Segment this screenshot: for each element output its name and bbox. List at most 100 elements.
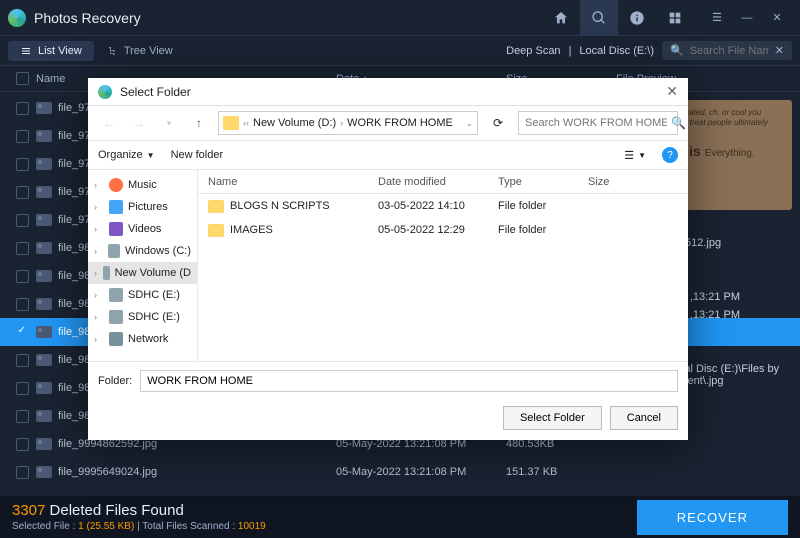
select-folder-button[interactable]: Select Folder	[503, 406, 602, 430]
home-icon[interactable]	[542, 0, 580, 36]
breadcrumb-folder[interactable]: WORK FROM HOME	[347, 117, 453, 129]
tree-item[interactable]: ›Network	[88, 328, 197, 350]
row-checkbox[interactable]	[16, 270, 29, 283]
tab-tree-view[interactable]: Tree View	[94, 41, 185, 61]
chevron-down-icon[interactable]: ⌄	[465, 118, 473, 129]
expand-icon[interactable]: ›	[94, 312, 104, 322]
expand-icon[interactable]: ›	[94, 290, 104, 300]
file-name: file_98	[58, 298, 90, 310]
fv-col-date[interactable]: Date modified	[378, 176, 498, 188]
ic-drive-icon	[103, 266, 109, 280]
image-icon	[36, 270, 52, 282]
row-checkbox[interactable]	[16, 438, 29, 451]
fv-col-name[interactable]: Name	[208, 176, 378, 188]
dialog-close-button[interactable]: ✕	[666, 83, 678, 100]
breadcrumb[interactable]: ‹‹ New Volume (D:) › WORK FROM HOME ⌄	[218, 111, 478, 135]
file-name: file_97	[58, 102, 90, 114]
expand-icon[interactable]: ›	[94, 180, 104, 190]
image-icon	[36, 326, 52, 338]
row-checkbox[interactable]	[16, 242, 29, 255]
file-size: 151.37 KB	[506, 466, 616, 478]
image-icon	[36, 102, 52, 114]
breadcrumb-drive[interactable]: New Volume (D:)	[253, 117, 336, 129]
search-box[interactable]: 🔍 ✕	[662, 41, 792, 60]
select-all-checkbox[interactable]	[16, 72, 29, 85]
row-checkbox[interactable]	[16, 466, 29, 479]
folder-row[interactable]: BLOGS N SCRIPTS 03-05-2022 14:10 File fo…	[198, 194, 688, 218]
image-icon	[36, 130, 52, 142]
folder-input[interactable]	[140, 370, 678, 392]
tab-list-view[interactable]: List View	[8, 41, 94, 61]
folder-icon	[208, 200, 224, 213]
row-checkbox[interactable]	[16, 382, 29, 395]
close-button[interactable]: ✕	[762, 0, 792, 36]
expand-icon[interactable]: ›	[94, 224, 104, 234]
folder-name: IMAGES	[230, 224, 273, 236]
image-icon	[36, 158, 52, 170]
image-icon	[36, 214, 52, 226]
row-checkbox[interactable]	[16, 214, 29, 227]
tree-item[interactable]: › SDHC (E:)	[88, 284, 197, 306]
expand-icon[interactable]: ›	[94, 268, 98, 278]
tree-item[interactable]: ›Pictures	[88, 196, 197, 218]
tree-item[interactable]: ›Windows (C:)	[88, 240, 197, 262]
new-folder-button[interactable]: New folder	[171, 149, 224, 161]
row-checkbox[interactable]	[16, 130, 29, 143]
organize-button[interactable]: Organize ▼	[98, 149, 155, 161]
row-checkbox[interactable]	[16, 410, 29, 423]
expand-icon[interactable]: ›	[94, 334, 104, 344]
scan-location: Local Disc (E:\)	[579, 45, 654, 57]
recover-button[interactable]: RECOVER	[637, 500, 788, 535]
tree-item[interactable]: ›Videos	[88, 218, 197, 240]
dialog-titlebar: Select Folder ✕	[88, 78, 688, 106]
dialog-nav: ← → ▾ ↑ ‹‹ New Volume (D:) › WORK FROM H…	[88, 106, 688, 140]
file-name: file_97	[58, 214, 90, 226]
dialog-search[interactable]: 🔍	[518, 111, 678, 135]
search-input[interactable]	[690, 45, 769, 57]
tree-label: SDHC (E:)	[128, 289, 180, 301]
folder-row[interactable]: IMAGES 05-05-2022 12:29 File folder	[198, 218, 688, 242]
folder-name: BLOGS N SCRIPTS	[230, 200, 330, 212]
tree-item[interactable]: ›SDHC (E:)	[88, 306, 197, 328]
table-row[interactable]: file_9995649024.jpg 05-May-2022 13:21:08…	[0, 458, 800, 486]
folder-icon	[208, 224, 224, 237]
dialog-logo-icon	[98, 85, 112, 99]
row-checkbox[interactable]	[16, 298, 29, 311]
nav-back-icon[interactable]: ←	[98, 112, 120, 134]
scan-icon[interactable]	[580, 0, 618, 36]
folder-label: Folder:	[98, 375, 132, 387]
expand-icon[interactable]: ›	[94, 202, 104, 212]
nav-dropdown-icon[interactable]: ▾	[158, 112, 180, 134]
view-mode-button[interactable]: ☰ ▼	[624, 149, 646, 162]
found-count: 3307	[12, 502, 45, 519]
ic-drive-icon	[108, 244, 120, 258]
cancel-button[interactable]: Cancel	[610, 406, 678, 430]
grid-icon[interactable]	[656, 0, 694, 36]
image-icon	[36, 438, 52, 450]
clear-icon[interactable]: ✕	[775, 44, 784, 57]
tree-item[interactable]: ›Music	[88, 174, 197, 196]
ic-drive-icon	[109, 310, 123, 324]
file-name: file_98	[58, 270, 90, 282]
minimize-button[interactable]: —	[732, 0, 762, 36]
ic-pic-icon	[109, 200, 123, 214]
tree-item[interactable]: ›New Volume (D	[88, 262, 197, 284]
row-checkbox[interactable]	[16, 354, 29, 367]
nav-forward-icon[interactable]: →	[128, 112, 150, 134]
expand-icon[interactable]: ›	[94, 246, 103, 256]
tab-label: Tree View	[124, 45, 173, 57]
row-checkbox[interactable]	[16, 102, 29, 115]
help-icon[interactable]: ?	[662, 147, 678, 163]
refresh-icon[interactable]: ⟳	[486, 116, 510, 130]
row-checkbox[interactable]	[16, 326, 29, 339]
dialog-search-input[interactable]	[525, 117, 667, 129]
fv-col-size[interactable]: Size	[588, 176, 678, 188]
row-checkbox[interactable]	[16, 158, 29, 171]
info-icon[interactable]	[618, 0, 656, 36]
image-icon	[36, 466, 52, 478]
row-checkbox[interactable]	[16, 186, 29, 199]
menu-button[interactable]: ☰	[702, 0, 732, 36]
nav-up-icon[interactable]: ↑	[188, 112, 210, 134]
fv-col-type[interactable]: Type	[498, 176, 588, 188]
image-icon	[36, 186, 52, 198]
